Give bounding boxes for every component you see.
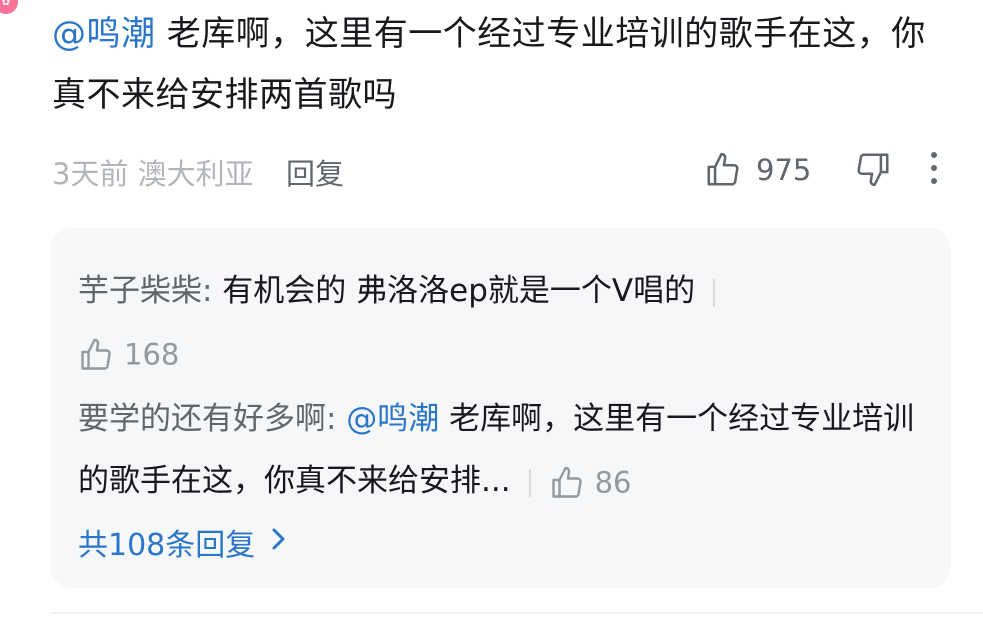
reply-like-count: 168 bbox=[124, 337, 180, 372]
reply-author[interactable]: 芋子柴柴: bbox=[78, 273, 212, 309]
comment-time-location: 3天前 澳大利亚 bbox=[52, 157, 254, 191]
reply-like-count: 86 bbox=[594, 465, 632, 500]
reply-mention-link[interactable]: @鸣潮 bbox=[336, 401, 439, 437]
thumb-up-icon[interactable] bbox=[549, 465, 585, 501]
comment-meta-row: 3天前 澳大利亚 回复 975 bbox=[52, 148, 962, 198]
view-all-replies-label: 共108条回复 bbox=[78, 528, 256, 563]
thumb-up-icon bbox=[704, 151, 742, 189]
thumb-up-icon[interactable] bbox=[78, 337, 114, 373]
comment-body: 老库啊，这里有一个经过专业培训的歌手在这，你真不来给安排两首歌吗 bbox=[52, 14, 926, 115]
chevron-right-icon bbox=[267, 525, 289, 560]
view-all-replies-link[interactable]: 共108条回复 bbox=[78, 520, 289, 564]
reply-text: 有机会的 弗洛洛ep就是一个V唱的 bbox=[212, 273, 696, 309]
thumb-down-icon[interactable] bbox=[854, 150, 892, 188]
reply-button[interactable]: 回复 bbox=[286, 151, 344, 193]
comment-text: @鸣潮 老库啊，这里有一个经过专业培训的歌手在这，你真不来给安排两首歌吗 bbox=[52, 4, 932, 126]
replies-panel: 芋子柴柴: 有机会的 弗洛洛ep就是一个V唱的 168 要学的还有好多啊: @鸣潮… bbox=[50, 228, 951, 588]
avatar[interactable]: ✿ bbox=[0, 0, 18, 14]
reply-author[interactable]: 要学的还有好多啊: bbox=[78, 401, 336, 437]
like-button[interactable]: 975 bbox=[704, 148, 811, 192]
comment-page: ✿ @鸣潮 老库啊，这里有一个经过专业培训的歌手在这，你真不来给安排两首歌吗 3… bbox=[0, 0, 983, 637]
separator bbox=[713, 278, 716, 307]
divider bbox=[50, 612, 983, 614]
like-count: 975 bbox=[756, 153, 812, 187]
comment-mention-link[interactable]: @鸣潮 bbox=[52, 14, 156, 54]
reply-item[interactable]: 芋子柴柴: 有机会的 弗洛洛ep就是一个V唱的 168 bbox=[78, 260, 778, 386]
separator bbox=[528, 468, 531, 497]
reply-item[interactable]: 要学的还有好多啊: @鸣潮 老库啊，这里有一个经过专业培训的歌手在这，你真不来给… bbox=[78, 388, 928, 514]
more-vertical-icon[interactable] bbox=[928, 152, 940, 190]
